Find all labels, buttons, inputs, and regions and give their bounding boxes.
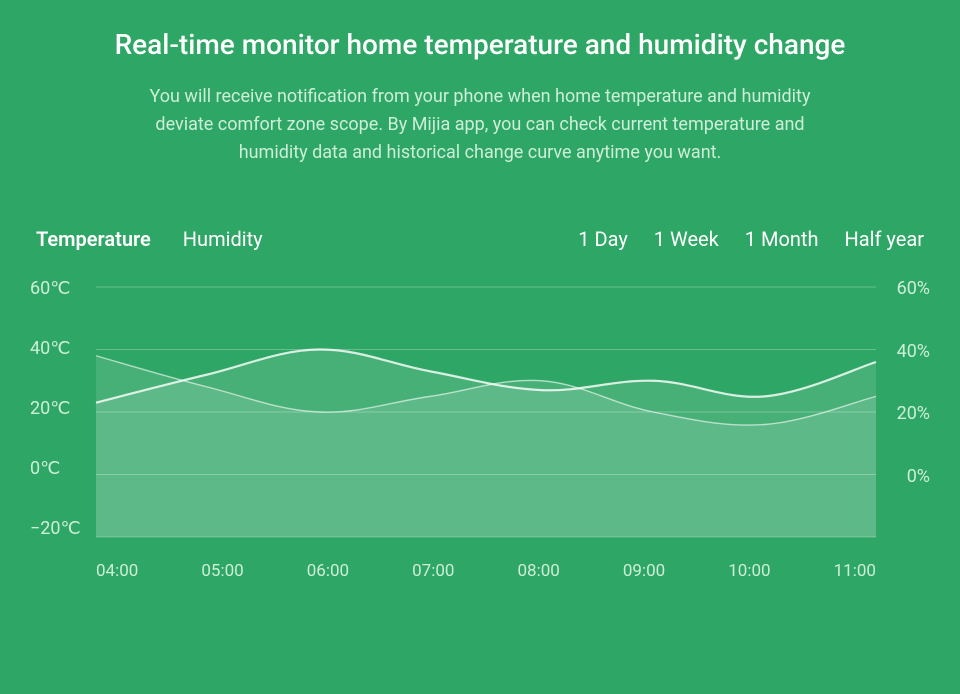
x-tick: 05:00 [201,561,243,581]
tab-1-month[interactable]: 1 Month [745,227,819,251]
x-tick: 06:00 [307,561,349,581]
tabs-row: Temperature Humidity 1 Day 1 Week 1 Mont… [0,227,960,251]
curves-svg [96,287,876,537]
tab-humidity[interactable]: Humidity [183,227,263,251]
x-tick: 04:00 [96,561,138,581]
y-tick-right: 20% [897,404,930,424]
x-tick: 11:00 [834,561,876,581]
y-tick-left: 0℃ [30,459,90,479]
tab-1-day[interactable]: 1 Day [578,227,628,251]
tab-1-week[interactable]: 1 Week [654,227,719,251]
x-tick: 07:00 [412,561,454,581]
y-tick-left: −20℃ [30,519,90,539]
x-tick: 08:00 [518,561,560,581]
tab-half-year[interactable]: Half year [844,227,924,251]
tab-temperature[interactable]: Temperature [36,227,151,251]
range-tabs: 1 Day 1 Week 1 Month Half year [578,227,924,251]
y-tick-right: 0% [907,467,930,487]
page-subtitle: You will receive notification from your … [120,83,840,167]
x-tick: 10:00 [728,561,770,581]
page: Real-time monitor home temperature and h… [0,0,960,694]
y-axis-right: 60% 40% 20% 0% [880,279,930,487]
header: Real-time monitor home temperature and h… [0,0,960,167]
plot [96,287,876,537]
y-axis-left: 60℃ 40℃ 20℃ 0℃ −20℃ [30,279,90,539]
x-axis: 04:00 05:00 06:00 07:00 08:00 09:00 10:0… [96,561,876,581]
y-tick-right: 60% [897,279,930,299]
y-tick-left: 40℃ [30,339,90,359]
chart-area: 60℃ 40℃ 20℃ 0℃ −20℃ 60% 40% 20% 0% 04:00… [30,279,930,694]
y-tick-right: 40% [897,342,930,362]
metric-tabs: Temperature Humidity [36,227,263,251]
x-tick: 09:00 [623,561,665,581]
y-tick-left: 20℃ [30,399,90,419]
page-title: Real-time monitor home temperature and h… [0,28,960,61]
y-tick-left: 60℃ [30,279,90,299]
